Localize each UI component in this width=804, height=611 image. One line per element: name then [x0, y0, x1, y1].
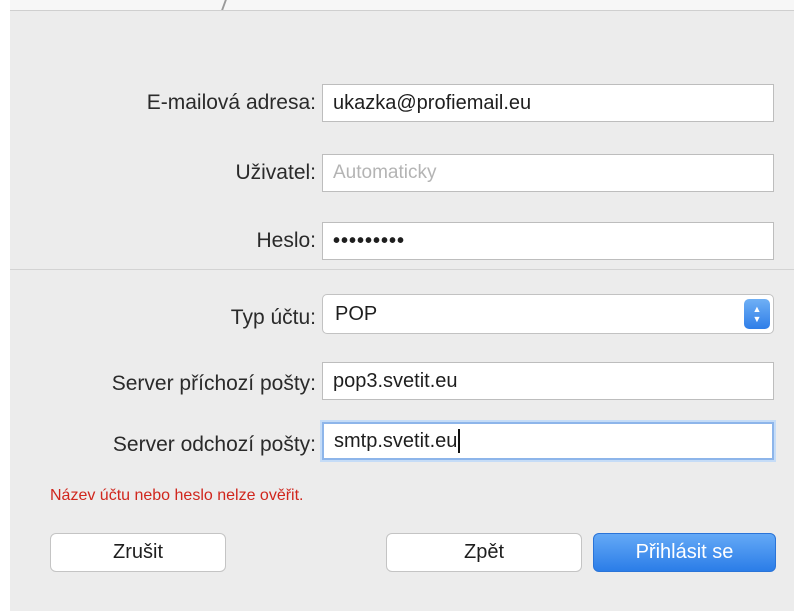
- chevron-up-down-icon[interactable]: ▲ ▼: [744, 299, 770, 329]
- user-field[interactable]: Automaticky: [322, 154, 774, 192]
- back-button[interactable]: Zpět: [386, 533, 582, 572]
- incoming-server-label: Server příchozí pošty:: [111, 372, 316, 395]
- account-type-select[interactable]: POP ▲ ▼: [322, 294, 774, 334]
- outgoing-server-value: smtp.svetit.eu: [334, 429, 458, 452]
- password-field[interactable]: •••••••••: [322, 222, 774, 260]
- outgoing-server-field[interactable]: smtp.svetit.eu: [322, 422, 774, 460]
- email-label: E-mailová adresa:: [146, 91, 316, 114]
- sheet-top-edge: [10, 0, 794, 11]
- sign-in-button-label: Přihlásit se: [635, 541, 734, 563]
- text-caret: [458, 429, 461, 453]
- account-type-value: POP: [335, 302, 378, 325]
- back-button-label: Zpět: [463, 541, 505, 563]
- incoming-server-field[interactable]: pop3.svetit.eu: [322, 362, 774, 400]
- sign-in-button[interactable]: Přihlásit se: [593, 533, 776, 572]
- cancel-button[interactable]: Zrušit: [50, 533, 226, 572]
- password-dots: •••••••••: [333, 229, 406, 252]
- incoming-server-value: pop3.svetit.eu: [333, 369, 458, 392]
- user-placeholder: Automaticky: [333, 162, 437, 183]
- error-message: Název účtu nebo heslo nelze ověřit.: [50, 487, 304, 504]
- outgoing-server-label: Server odchozí pošty:: [112, 433, 316, 456]
- email-value: ukazka@profiemail.eu: [333, 91, 532, 114]
- cancel-button-label: Zrušit: [113, 541, 163, 563]
- email-field[interactable]: ukazka@profiemail.eu: [322, 84, 774, 122]
- user-label: Uživatel:: [235, 161, 316, 184]
- section-divider: [10, 269, 794, 270]
- account-type-label: Typ účtu:: [230, 306, 316, 329]
- password-label: Heslo:: [256, 229, 316, 252]
